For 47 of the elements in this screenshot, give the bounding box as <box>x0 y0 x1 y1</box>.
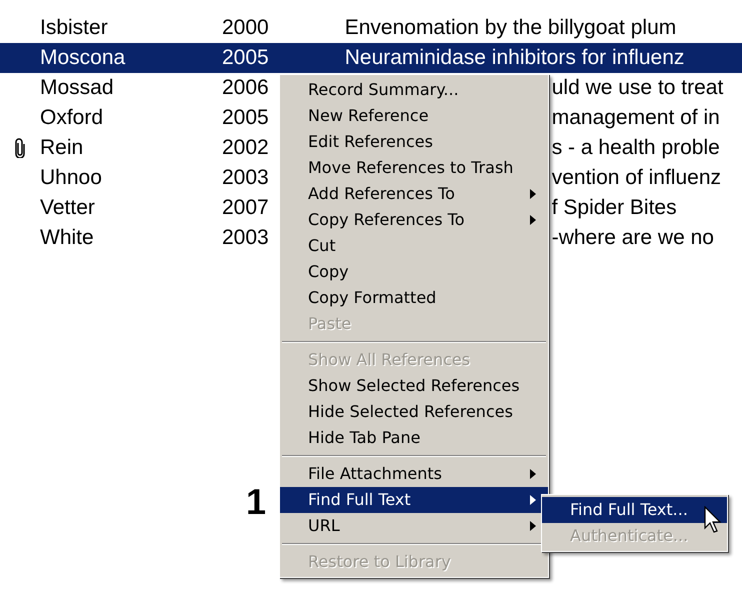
menu-item[interactable]: Hide Selected References <box>280 399 548 425</box>
submenu-arrow-icon <box>530 469 536 479</box>
submenu-arrow-icon <box>530 215 536 225</box>
title-cell-text: -where are we no <box>552 225 714 252</box>
author-cell-text: Rein <box>40 135 84 162</box>
menu-item[interactable]: Copy <box>280 259 548 285</box>
year-cell-text: 2003 <box>222 165 269 192</box>
menu-item[interactable]: Edit References <box>280 129 548 155</box>
title-cell-text: uld we use to treat <box>552 75 724 102</box>
author-cell-text: White <box>40 225 95 252</box>
author-cell-text: Oxford <box>40 105 104 132</box>
menu-item[interactable]: Find Full Text... <box>542 497 727 523</box>
year-cell-text: 2000 <box>222 15 269 42</box>
author-cell-text: Isbister <box>40 15 109 42</box>
menu-item[interactable]: Show Selected References <box>280 373 548 399</box>
submenu-arrow-icon <box>530 521 536 531</box>
author-cell-text: Uhnoo <box>40 165 103 192</box>
year-cell-text: 2002 <box>222 135 269 162</box>
submenu-arrow-icon <box>530 189 536 199</box>
title-cell-text: Envenomation by the billygoat plum <box>344 15 676 42</box>
author-cell-text: Vetter <box>40 195 96 222</box>
mouse-pointer-icon <box>704 506 722 534</box>
menu-item[interactable]: Find Full Text <box>280 487 548 513</box>
year-cell-text: 2006 <box>222 75 269 102</box>
title-cell-text: Neuraminidase inhibitors for influenz <box>344 45 684 72</box>
title-cell-text: f Spider Bites <box>552 195 677 222</box>
menu-item[interactable]: New Reference <box>280 103 548 129</box>
year-cell-text: 2005 <box>222 105 269 132</box>
title-cell-text: vention of influenz <box>552 165 722 192</box>
title-cell-text: s - a health proble <box>552 135 720 162</box>
menu-item[interactable]: Record Summary... <box>280 77 548 103</box>
author-cell-text: Mossad <box>40 75 115 102</box>
callout-number: 1 <box>246 484 266 520</box>
year-cell-text: 2007 <box>222 195 269 222</box>
menu-item[interactable]: Move References to Trash <box>280 155 548 181</box>
menu-item[interactable]: File Attachments <box>280 461 548 487</box>
menu-item[interactable]: Hide Tab Pane <box>280 425 548 451</box>
menu-item[interactable]: Copy Formatted <box>280 285 548 311</box>
menu-item[interactable]: Copy References To <box>280 207 548 233</box>
selected-row[interactable]: Moscona 2005 Neuraminidase inhibitors for influenz <box>0 43 742 73</box>
year-cell-text: 2003 <box>222 225 269 252</box>
title-cell-text: management of in <box>552 105 720 132</box>
menu-item[interactable]: Add References To <box>280 181 548 207</box>
submenu-arrow-icon <box>530 495 536 505</box>
year-cell-text: 2005 <box>222 45 269 72</box>
menu-item[interactable]: Cut <box>280 233 548 259</box>
author-cell-text: Moscona <box>40 45 126 72</box>
